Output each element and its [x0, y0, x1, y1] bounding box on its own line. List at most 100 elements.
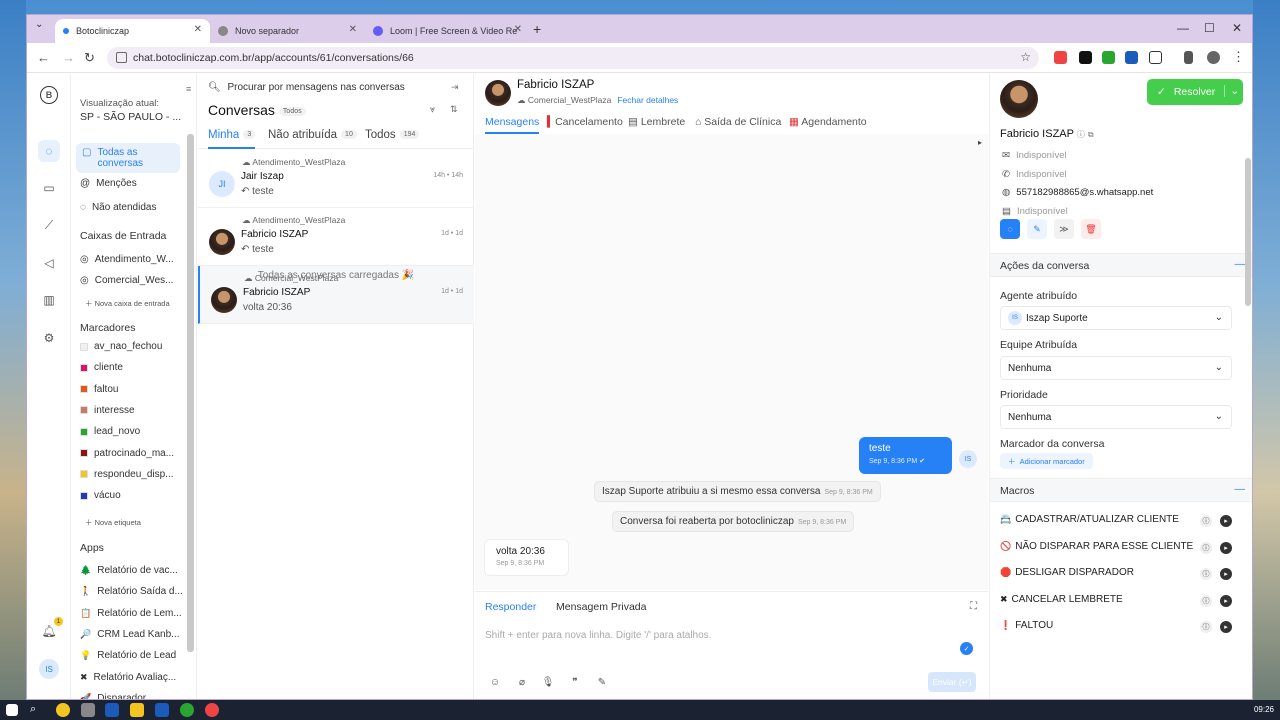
new-tab-icon[interactable]: +	[533, 21, 541, 37]
conversation-item[interactable]: ☁ Atendimento_WestPlaza Fabricio ISZAP ↶ t…	[198, 208, 474, 266]
macro-info-icon[interactable]: ⓘ	[1200, 515, 1212, 527]
menu-kebab-icon[interactable]: ⋮	[1232, 49, 1245, 65]
close-icon[interactable]: ✕	[514, 24, 522, 35]
sidebar-scrollbar[interactable]	[187, 134, 194, 652]
macro-item[interactable]: 🛑 DESLIGAR DISPARADOR ⓘ ▸	[1000, 567, 1240, 581]
sidebar-app-item[interactable]: 🚶 Relatório Saída d...	[80, 586, 190, 597]
maximize-icon[interactable]: ☐	[1204, 21, 1215, 35]
tab-agendamento[interactable]: ▦ Agendamento	[789, 116, 867, 128]
macro-item[interactable]: 🚫 NÃO DISPARAR PARA ESSE CLIENTE ⓘ ▸	[1000, 541, 1240, 554]
macro-run-icon[interactable]: ▸	[1220, 541, 1232, 554]
macro-item[interactable]: 📇 CADASTRAR/ATUALIZAR CLIENTE ⓘ ▸	[1000, 514, 1240, 527]
sidebar-app-item[interactable]: ✖ Relatório Avaliaç...	[80, 672, 190, 683]
macro-info-icon[interactable]: ⓘ	[1200, 594, 1212, 607]
minimize-icon[interactable]: —	[1177, 21, 1189, 35]
tab-lembrete[interactable]: ▤ Lembrete	[628, 116, 685, 128]
macro-info-icon[interactable]: ⓘ	[1200, 568, 1212, 581]
tab-mine[interactable]: Minha 3	[208, 129, 256, 149]
merge-contact-button[interactable]: ≫	[1054, 219, 1074, 239]
delete-contact-button[interactable]: 🗑︎	[1081, 219, 1101, 239]
sidebar-label-item[interactable]: lead_novo	[80, 426, 190, 437]
conversation-item[interactable]: JI ☁ Atendimento_WestPlaza Jair Iszap ↶ tes…	[198, 150, 474, 208]
grammar-check-icon[interactable]: ✓	[960, 642, 973, 655]
profile-icon[interactable]	[1207, 51, 1220, 64]
sidebar-label-item[interactable]: av_nao_fechou	[80, 341, 190, 352]
browser-tab-loom[interactable]: Loom | Free Screen & Video Re ✕	[365, 19, 530, 43]
chat-contact-name[interactable]: Fabricio ISZAP	[517, 79, 594, 91]
status-filter-badge[interactable]: Todos	[278, 106, 306, 116]
site-info-icon[interactable]	[116, 52, 127, 63]
tab-search-button[interactable]: ⌄	[35, 19, 43, 30]
app-icon[interactable]	[81, 703, 95, 717]
folder-icon[interactable]	[130, 703, 144, 717]
logo-icon[interactable]: B	[40, 86, 58, 104]
attachment-icon[interactable]: ⌀	[513, 673, 531, 691]
search-icon[interactable]: ⌕	[30, 703, 44, 717]
browser-tab-novo-separador[interactable]: Novo separador ✕	[210, 19, 365, 43]
external-link-icon[interactable]: ⧉	[1088, 130, 1094, 139]
edit-contact-button[interactable]: ✎	[1027, 219, 1047, 239]
puzzle-icon[interactable]	[1149, 51, 1162, 64]
tab-saida-clinica[interactable]: ⌂ Saída de Clínica	[695, 116, 781, 128]
sidebar-item-unattended[interactable]: ◌ Não atendidas	[80, 202, 190, 213]
forward-icon[interactable]: →	[62, 50, 75, 65]
tab-messages[interactable]: Mensagens	[485, 116, 540, 134]
emoji-icon[interactable]: ☺	[486, 673, 504, 691]
collapse-icon[interactable]: —	[1235, 258, 1246, 270]
contact-panel-scrollbar[interactable]	[1245, 158, 1251, 306]
macro-run-icon[interactable]: ▸	[1220, 594, 1232, 607]
chrome-icon[interactable]	[205, 703, 219, 717]
sidebar-app-item[interactable]: 📋 Relatório de Lem...	[80, 608, 190, 619]
hamburger-icon[interactable]: ≡	[186, 84, 191, 94]
microphone-icon[interactable]: 🎙︎	[539, 673, 557, 691]
window-close-icon[interactable]: ✕	[1232, 21, 1242, 35]
sidebar-label-item[interactable]: respondeu_disp...	[80, 469, 190, 480]
macro-run-icon[interactable]: ▸	[1220, 621, 1232, 634]
sidebar-label-item[interactable]: patrocinado_ma...	[80, 448, 190, 459]
section-macros[interactable]: Macros —	[990, 478, 1252, 502]
settings-gear-icon[interactable]: ⚙	[38, 327, 60, 349]
sidebar-app-item[interactable]: 💡 Relatório de Lead	[80, 650, 190, 661]
filter-icon[interactable]: ⩔	[430, 104, 435, 115]
message-input[interactable]: Shift + enter para nova linha. Digite '/…	[485, 630, 955, 641]
sidebar-label-item[interactable]: cliente	[80, 362, 190, 373]
app-icon[interactable]	[105, 703, 119, 717]
info-icon[interactable]: ⓘ	[1077, 130, 1085, 139]
user-avatar[interactable]: IS	[39, 659, 59, 679]
browser-tab-botocliniczap[interactable]: Botocliniczap ✕	[55, 19, 210, 43]
close-icon[interactable]: ✕	[194, 24, 202, 35]
reports-icon[interactable]: ⟋	[38, 214, 60, 236]
url-bar[interactable]: chat.botocliniczap.com.br/app/accounts/6…	[107, 47, 1039, 69]
macro-item[interactable]: ❗ FALTOU ⓘ ▸	[1000, 620, 1240, 634]
campaigns-icon[interactable]: ◁	[38, 252, 60, 274]
windows-start-icon[interactable]	[6, 704, 18, 716]
send-button[interactable]: Enviar (↵)	[928, 672, 976, 692]
sidebar-inbox-item[interactable]: ◎ Comercial_Wes...	[80, 275, 190, 286]
signature-icon[interactable]: ✎	[593, 673, 611, 691]
conversation-search[interactable]: 🔍︎ Procurar por mensagens nas conversas …	[208, 82, 459, 93]
sidebar-item-mentions[interactable]: @ Menções	[80, 178, 190, 189]
sidebar-label-item[interactable]: vácuo	[80, 490, 190, 501]
extension-icon[interactable]	[1079, 51, 1092, 64]
priority-select[interactable]: Nenhuma ⌄	[1000, 405, 1232, 429]
new-inbox-link[interactable]: ＋ Nova caixa de entrada	[85, 298, 170, 309]
sidebar-app-item[interactable]: 🌲 Relatório de vac...	[80, 565, 190, 576]
collapse-icon[interactable]: ⇥	[451, 82, 459, 93]
extension-icon[interactable]	[1125, 51, 1138, 64]
macro-run-icon[interactable]: ▸	[1220, 568, 1232, 581]
resolve-button[interactable]: ✓ Resolver ⌄	[1147, 79, 1243, 105]
section-conversation-actions[interactable]: Ações da conversa —	[990, 253, 1252, 277]
new-label-link[interactable]: ＋ Nova etiqueta	[85, 517, 141, 528]
new-message-button[interactable]: ◌	[1000, 219, 1020, 239]
macro-item[interactable]: ✖ CANCELAR LEMBRETE ⓘ ▸	[1000, 594, 1240, 607]
sort-icon[interactable]: ⇅	[450, 104, 458, 115]
collapse-icon[interactable]: —	[1235, 483, 1246, 495]
media-icon[interactable]	[1184, 51, 1193, 64]
chrome-icon[interactable]	[56, 703, 70, 717]
sidebar-app-item[interactable]: 🔎 CRM Lead Kanb...	[80, 629, 190, 640]
reload-icon[interactable]: ↻	[84, 50, 95, 66]
close-icon[interactable]: ✕	[349, 24, 357, 35]
expand-composer-icon[interactable]: ⛶	[970, 601, 977, 612]
sidebar-item-all-conversations[interactable]: ▢ Todas as conversas	[76, 143, 180, 173]
extension-icon[interactable]	[1054, 51, 1067, 64]
